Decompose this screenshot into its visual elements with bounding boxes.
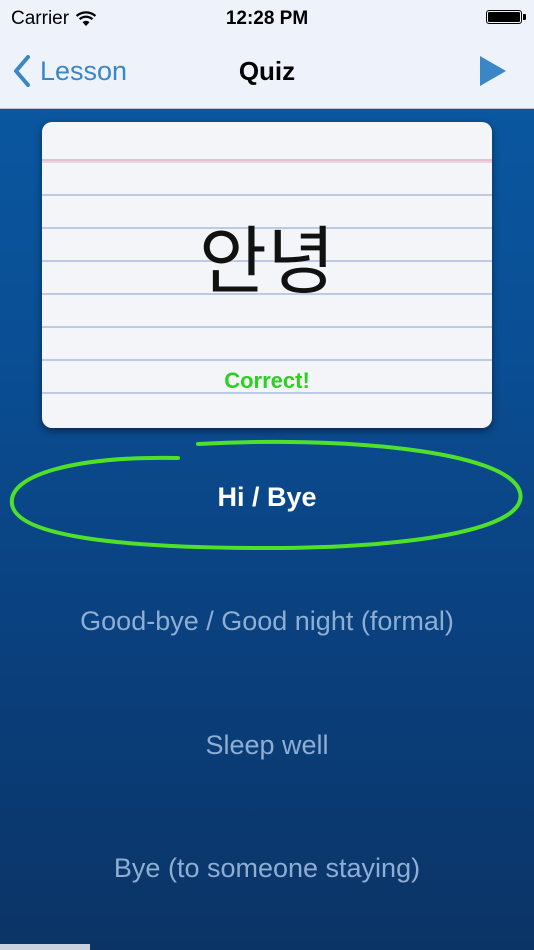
battery-icon: [486, 10, 526, 24]
play-icon[interactable]: [478, 54, 508, 88]
clock: 12:28 PM: [225, 8, 309, 29]
page-title: Quiz: [238, 56, 296, 86]
answer-option[interactable]: Bye (to someone staying): [0, 853, 534, 884]
result-label: Correct!: [224, 368, 310, 393]
scroll-indicator: [0, 944, 90, 950]
answer-option[interactable]: Good-bye / Good night (formal): [0, 606, 534, 637]
answer-option[interactable]: Sleep well: [0, 730, 534, 761]
quiz-screen: Carrier 12:28 PM Lesson Quiz 안녕 Correct!…: [0, 0, 534, 950]
status-bar: Carrier 12:28 PM: [0, 0, 534, 38]
answer-option-selected[interactable]: Hi / Bye: [0, 482, 534, 513]
navigation-bar: Lesson Quiz: [0, 38, 534, 109]
flash-card: 안녕 Correct!: [42, 122, 492, 428]
card-word: 안녕: [198, 219, 336, 305]
